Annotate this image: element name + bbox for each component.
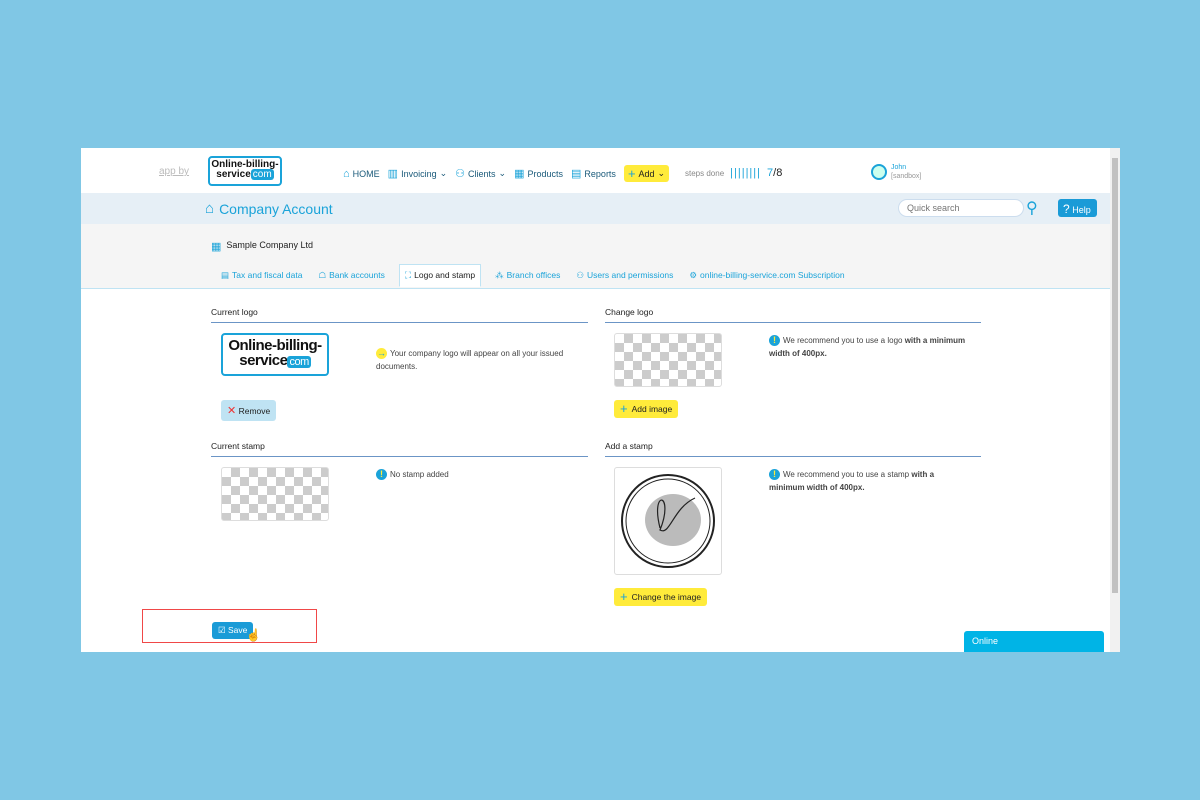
quick-search-input[interactable] bbox=[898, 199, 1024, 217]
logo-recommendation: ! We recommend you to use a logo with a m… bbox=[769, 335, 966, 358]
remove-logo-button[interactable]: ✕ Remove bbox=[221, 400, 277, 421]
browser-window: app by Online-billing- service com ⌂ HOME … bbox=[81, 148, 1120, 652]
main-nav: ⌂ HOME ▥ Invoicing ⌄ ⚇ Clients ⌄ ▦ Products ▤ R… bbox=[343, 165, 670, 182]
change-image-button[interactable]: + Change the image bbox=[614, 588, 708, 606]
top-nav: app by Online-billing- service com ⌂ HOME … bbox=[81, 148, 1110, 193]
exclamation-icon: ! bbox=[376, 469, 387, 480]
exclamation-icon: ! bbox=[769, 469, 780, 480]
tab-logo-stamp[interactable]: ⛶ Logo and stamp bbox=[398, 264, 482, 287]
add-image-button[interactable]: + Add image bbox=[614, 400, 679, 418]
tax-icon: ▤ bbox=[221, 270, 230, 280]
stamp-placeholder bbox=[221, 467, 329, 521]
tab-subscription[interactable]: ⚙ online-billing-service.com Subscription bbox=[687, 265, 846, 286]
close-icon: ✕ bbox=[227, 405, 237, 417]
bank-icon: ☖ bbox=[318, 270, 327, 280]
nav-products[interactable]: ▦ Products bbox=[514, 167, 563, 180]
branch-icon: ⁂ bbox=[495, 270, 504, 280]
user-menu[interactable]: John [sandbox] bbox=[871, 163, 921, 181]
brand-logo[interactable]: Online-billing- service com bbox=[208, 156, 282, 186]
search-icon[interactable]: ⚲ bbox=[1026, 198, 1038, 218]
avatar bbox=[871, 164, 887, 180]
checkbox-icon: ☑ bbox=[218, 625, 226, 635]
plus-icon: + bbox=[627, 165, 636, 181]
no-stamp-note: ! No stamp added bbox=[376, 468, 449, 481]
plus-icon: + bbox=[620, 589, 628, 604]
tab-bank-accounts[interactable]: ☖ Bank accounts bbox=[316, 265, 386, 286]
logo-icon: ⛶ bbox=[404, 270, 412, 280]
nav-clients[interactable]: ⚇ Clients ⌄ bbox=[455, 167, 506, 180]
steps-progress: steps done |||||||| 7/8 bbox=[685, 167, 783, 179]
add-button[interactable]: + Add ⌄ bbox=[623, 165, 670, 182]
gear-icon: ⚙ bbox=[689, 270, 698, 280]
steps-total: 8 bbox=[776, 167, 783, 179]
home-icon: ⌂ bbox=[343, 167, 350, 180]
plus-icon: + bbox=[620, 401, 628, 416]
stamp-preview[interactable] bbox=[614, 467, 722, 575]
steps-bars: |||||||| bbox=[730, 167, 761, 179]
logo-placeholder[interactable] bbox=[614, 333, 722, 387]
chevron-down-icon: ⌄ bbox=[498, 168, 507, 178]
scrollbar-thumb[interactable] bbox=[1112, 158, 1118, 593]
account-tabs: ▤ Tax and fiscal data ☖ Bank accounts ⛶ Log… bbox=[219, 264, 847, 287]
company-account-icon: ⌂ bbox=[205, 200, 215, 217]
question-icon: ? bbox=[1063, 202, 1070, 216]
logo-note: → Your company logo will appear on all yo… bbox=[376, 348, 564, 371]
building-icon: ▦ bbox=[211, 241, 222, 253]
chat-widget[interactable]: Online bbox=[964, 631, 1104, 652]
current-logo-heading: Current logo bbox=[211, 307, 588, 323]
app-by-link[interactable]: app by bbox=[159, 166, 189, 177]
nav-reports[interactable]: ▤ Reports bbox=[571, 167, 616, 180]
tab-branch-offices[interactable]: ⁂ Branch offices bbox=[493, 265, 562, 286]
reports-icon: ▤ bbox=[571, 168, 582, 180]
change-logo-heading: Change logo bbox=[605, 307, 981, 323]
user-sub: [sandbox] bbox=[891, 173, 922, 180]
current-stamp-heading: Current stamp bbox=[211, 441, 588, 457]
help-button[interactable]: ? Help bbox=[1058, 199, 1097, 217]
chevron-down-icon: ⌄ bbox=[439, 168, 448, 178]
clients-icon: ⚇ bbox=[455, 168, 466, 180]
tab-users-permissions[interactable]: ⚇ Users and permissions bbox=[574, 265, 675, 286]
hand-cursor-icon: ☝ bbox=[246, 628, 261, 642]
steps-label: steps done bbox=[685, 168, 725, 178]
invoice-icon: ▥ bbox=[387, 168, 399, 180]
nav-home[interactable]: ⌂ HOME bbox=[343, 168, 380, 180]
steps-done: 7 bbox=[767, 167, 774, 179]
stamp-image bbox=[621, 474, 715, 568]
stamp-recommendation: ! We recommend you to use a stamp with a … bbox=[769, 469, 935, 492]
nav-invoicing[interactable]: ▥ Invoicing ⌄ bbox=[388, 167, 447, 180]
arrow-right-icon: → bbox=[376, 348, 387, 359]
users-icon: ⚇ bbox=[576, 270, 584, 280]
logo-text-2: service com bbox=[216, 169, 274, 180]
chevron-down-icon: ⌄ bbox=[657, 168, 666, 178]
tab-tax-fiscal[interactable]: ▤ Tax and fiscal data bbox=[219, 265, 304, 286]
current-logo-image: Online-billing-service com bbox=[221, 333, 329, 376]
products-icon: ▦ bbox=[514, 168, 525, 180]
user-name: John bbox=[891, 164, 907, 171]
page-title: ⌂ Company Account bbox=[205, 200, 333, 217]
exclamation-icon: ! bbox=[769, 335, 780, 346]
company-name: ▦ Sample Company Ltd bbox=[211, 240, 313, 253]
add-stamp-heading: Add a stamp bbox=[605, 441, 981, 457]
